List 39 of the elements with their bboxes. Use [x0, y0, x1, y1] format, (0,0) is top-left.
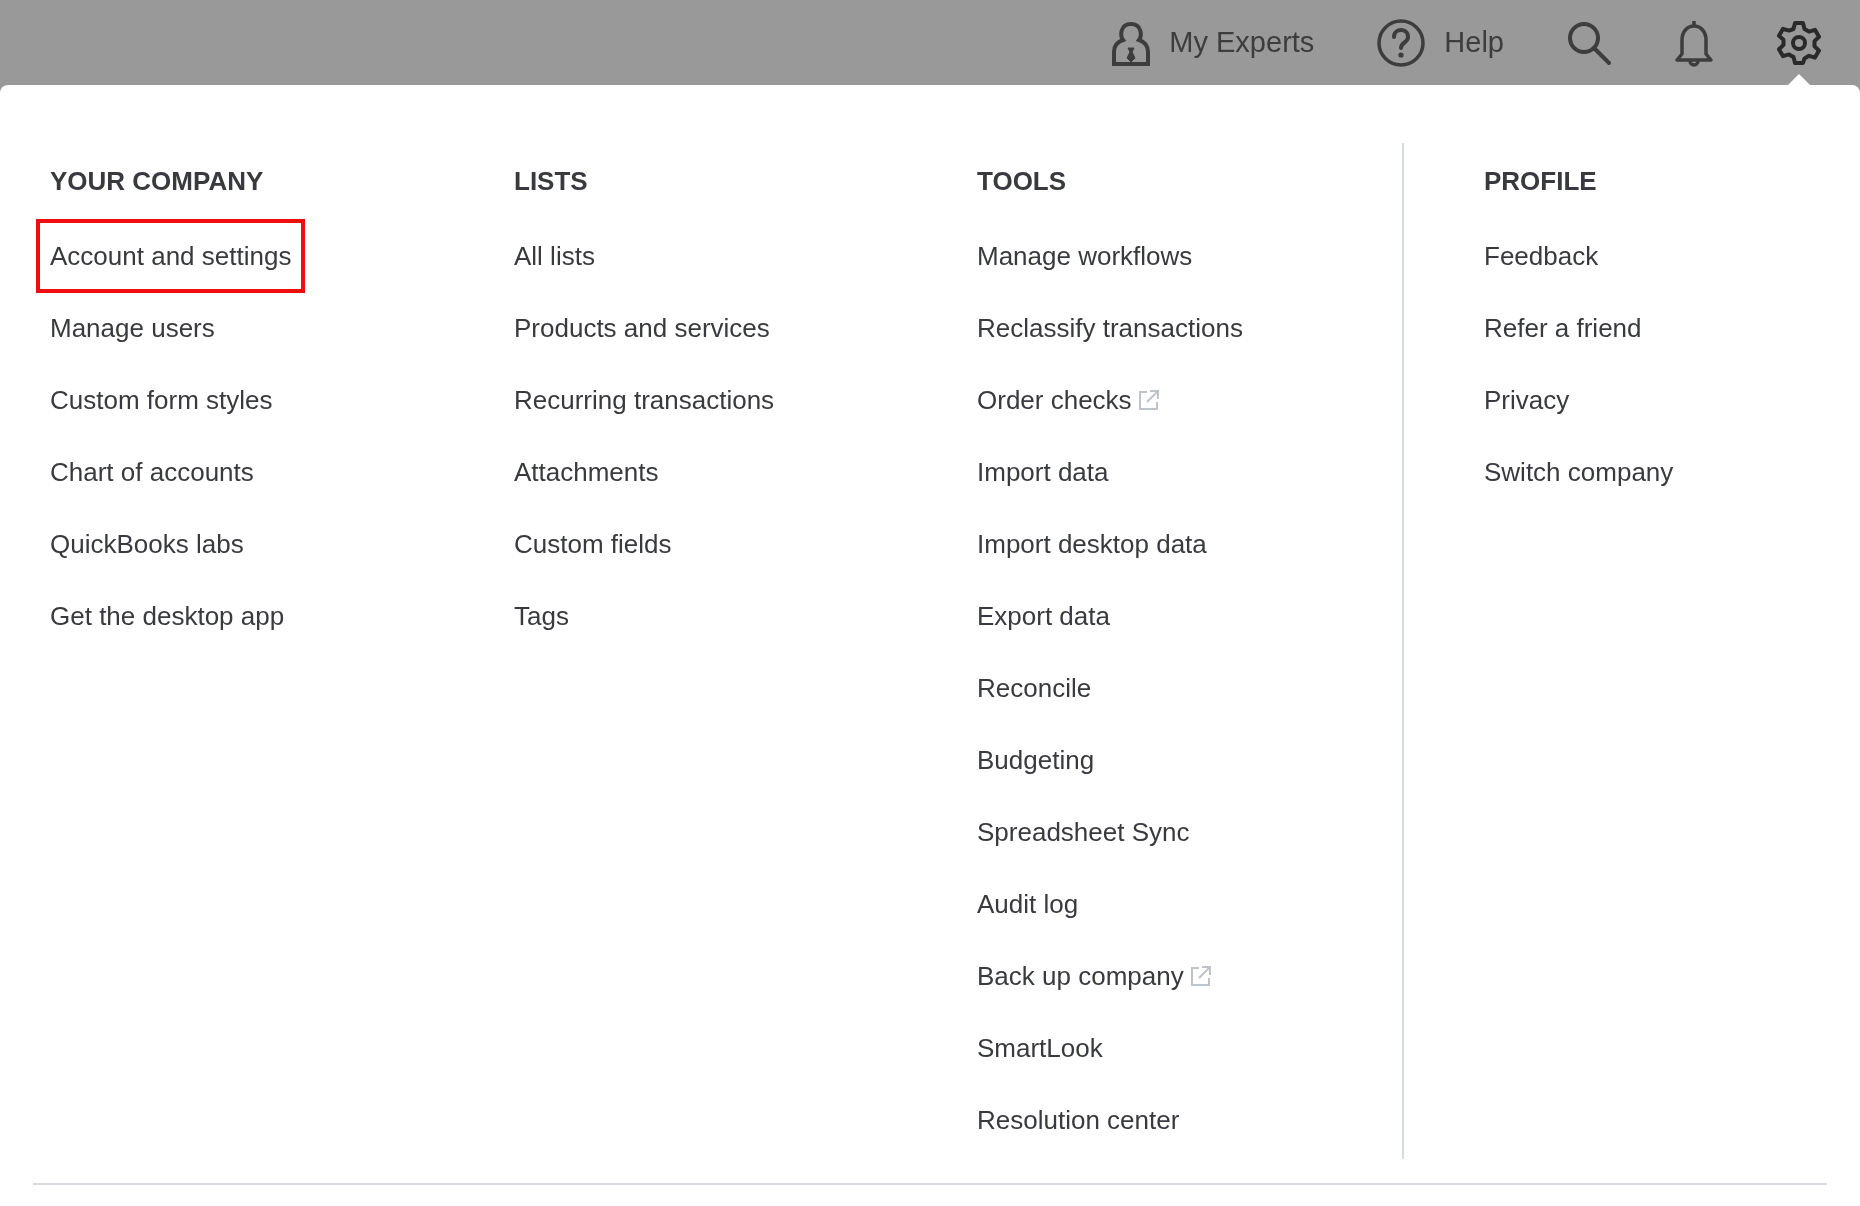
menu-link[interactable]: Feedback — [1474, 223, 1609, 289]
menu-link[interactable]: SmartLook — [967, 1015, 1113, 1081]
menu-link[interactable]: Order checks — [967, 367, 1170, 433]
menu-link[interactable]: Recurring transactions — [504, 367, 785, 433]
menu-link[interactable]: Spreadsheet Sync — [967, 799, 1200, 865]
section-heading: LISTS — [514, 166, 588, 196]
menu-link[interactable]: Privacy — [1474, 367, 1580, 433]
help-icon — [1376, 17, 1427, 68]
menu-link[interactable]: Manage workflows — [967, 223, 1203, 289]
menu-link[interactable]: Reconcile — [967, 655, 1102, 721]
menu-link[interactable]: Tags — [504, 583, 579, 649]
menu-link[interactable]: QuickBooks labs — [40, 511, 254, 577]
menu-link[interactable]: Products and services — [504, 295, 780, 361]
menu-link[interactable]: Reclassify transactions — [967, 295, 1253, 361]
menu-link[interactable]: Chart of accounts — [40, 439, 264, 505]
external-link-icon — [1137, 389, 1160, 411]
menu-link[interactable]: Import data — [967, 439, 1119, 505]
menu-link[interactable]: Refer a friend — [1474, 295, 1652, 361]
menu-link[interactable]: Manage users — [40, 295, 225, 361]
menu-link[interactable]: Import desktop data — [967, 511, 1217, 577]
section-heading: TOOLS — [977, 166, 1067, 196]
section-heading: YOUR COMPANY — [50, 166, 264, 196]
menu-link[interactable]: Get the desktop app — [40, 583, 295, 649]
menu-link[interactable]: Switch company — [1474, 439, 1684, 505]
help-button[interactable]: Help — [1376, 0, 1504, 85]
experts-button[interactable]: My Experts — [1111, 0, 1315, 85]
menu-link[interactable]: Custom form styles — [40, 367, 283, 433]
menu-link[interactable]: Back up company — [967, 943, 1222, 1009]
search-icon — [1566, 19, 1612, 66]
section-heading: PROFILE — [1484, 166, 1597, 196]
menu-link[interactable]: Budgeting — [967, 727, 1105, 793]
menu-link[interactable]: All lists — [504, 223, 605, 289]
menu-link[interactable]: Audit log — [967, 871, 1089, 937]
menu-link[interactable]: Attachments — [504, 439, 669, 505]
settings-icon — [1776, 19, 1822, 66]
menu-link[interactable]: Export data — [967, 583, 1120, 649]
external-link-icon — [1189, 965, 1212, 987]
menu-link[interactable]: Custom fields — [504, 511, 682, 577]
menu-link[interactable]: Resolution center — [967, 1087, 1190, 1153]
